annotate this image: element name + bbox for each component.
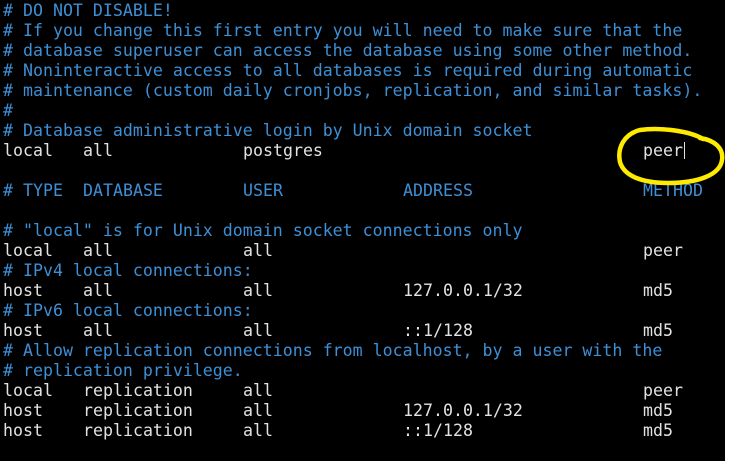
comment-line: # [3,101,13,120]
entry-type: host [3,421,43,440]
entry-database: replication [83,381,193,400]
entry-type: host [3,401,43,420]
comment-line: # DO NOT DISABLE! [3,1,173,20]
comment-line: # IPv6 local connections: [3,301,253,320]
entry-user: all [243,321,273,340]
entry-address: 127.0.0.1/32 [403,401,523,420]
comment-line: # Allow replication connections from loc… [3,341,663,360]
header-method: METHOD [643,181,703,200]
header-address: ADDRESS [403,181,473,200]
entry-method: peer [643,241,683,260]
entry-address: ::1/128 [403,421,473,440]
header-type: # TYPE [3,181,63,200]
entry-method: md5 [643,321,673,340]
entry-user: all [243,401,273,420]
comment-line: # Database administrative login by Unix … [3,121,533,140]
entry-address: 127.0.0.1/32 [403,281,523,300]
comment-line: # IPv4 local connections: [3,261,253,280]
header-user: USER [243,181,283,200]
entry-database: all [83,141,113,160]
entry-type: host [3,321,43,340]
comment-line: # "local" is for Unix domain socket conn… [3,221,523,240]
entry-database: all [83,321,113,340]
entry-address: ::1/128 [403,321,473,340]
terminal-window[interactable]: # DO NOT DISABLE! # If you change this f… [0,0,725,461]
entry-type: host [3,281,43,300]
entry-method: md5 [643,281,673,300]
comment-line: # If you change this first entry you wil… [3,21,683,40]
comment-line: # Noninteractive access to all databases… [3,61,693,80]
entry-user: all [243,241,273,260]
entry-user: all [243,421,273,440]
comment-line: # maintenance (custom daily cronjobs, re… [3,81,703,100]
entry-user: all [243,281,273,300]
entry-database: replication [83,421,193,440]
entry-type: local [3,241,53,260]
comment-line: # replication privilege. [3,361,243,380]
entry-database: replication [83,401,193,420]
text-cursor [683,142,685,159]
entry-type: local [3,141,53,160]
entry-method-editing[interactable]: peer [643,141,685,161]
entry-database: all [83,281,113,300]
entry-method: md5 [643,421,673,440]
comment-line: # database superuser can access the data… [3,41,693,60]
header-database: DATABASE [83,181,163,200]
entry-method: peer [643,381,683,400]
entry-type: local [3,381,53,400]
entry-method: peer [643,141,683,160]
entry-method: md5 [643,401,673,420]
entry-database: all [83,241,113,260]
entry-user: postgres [243,141,323,160]
entry-user: all [243,381,273,400]
